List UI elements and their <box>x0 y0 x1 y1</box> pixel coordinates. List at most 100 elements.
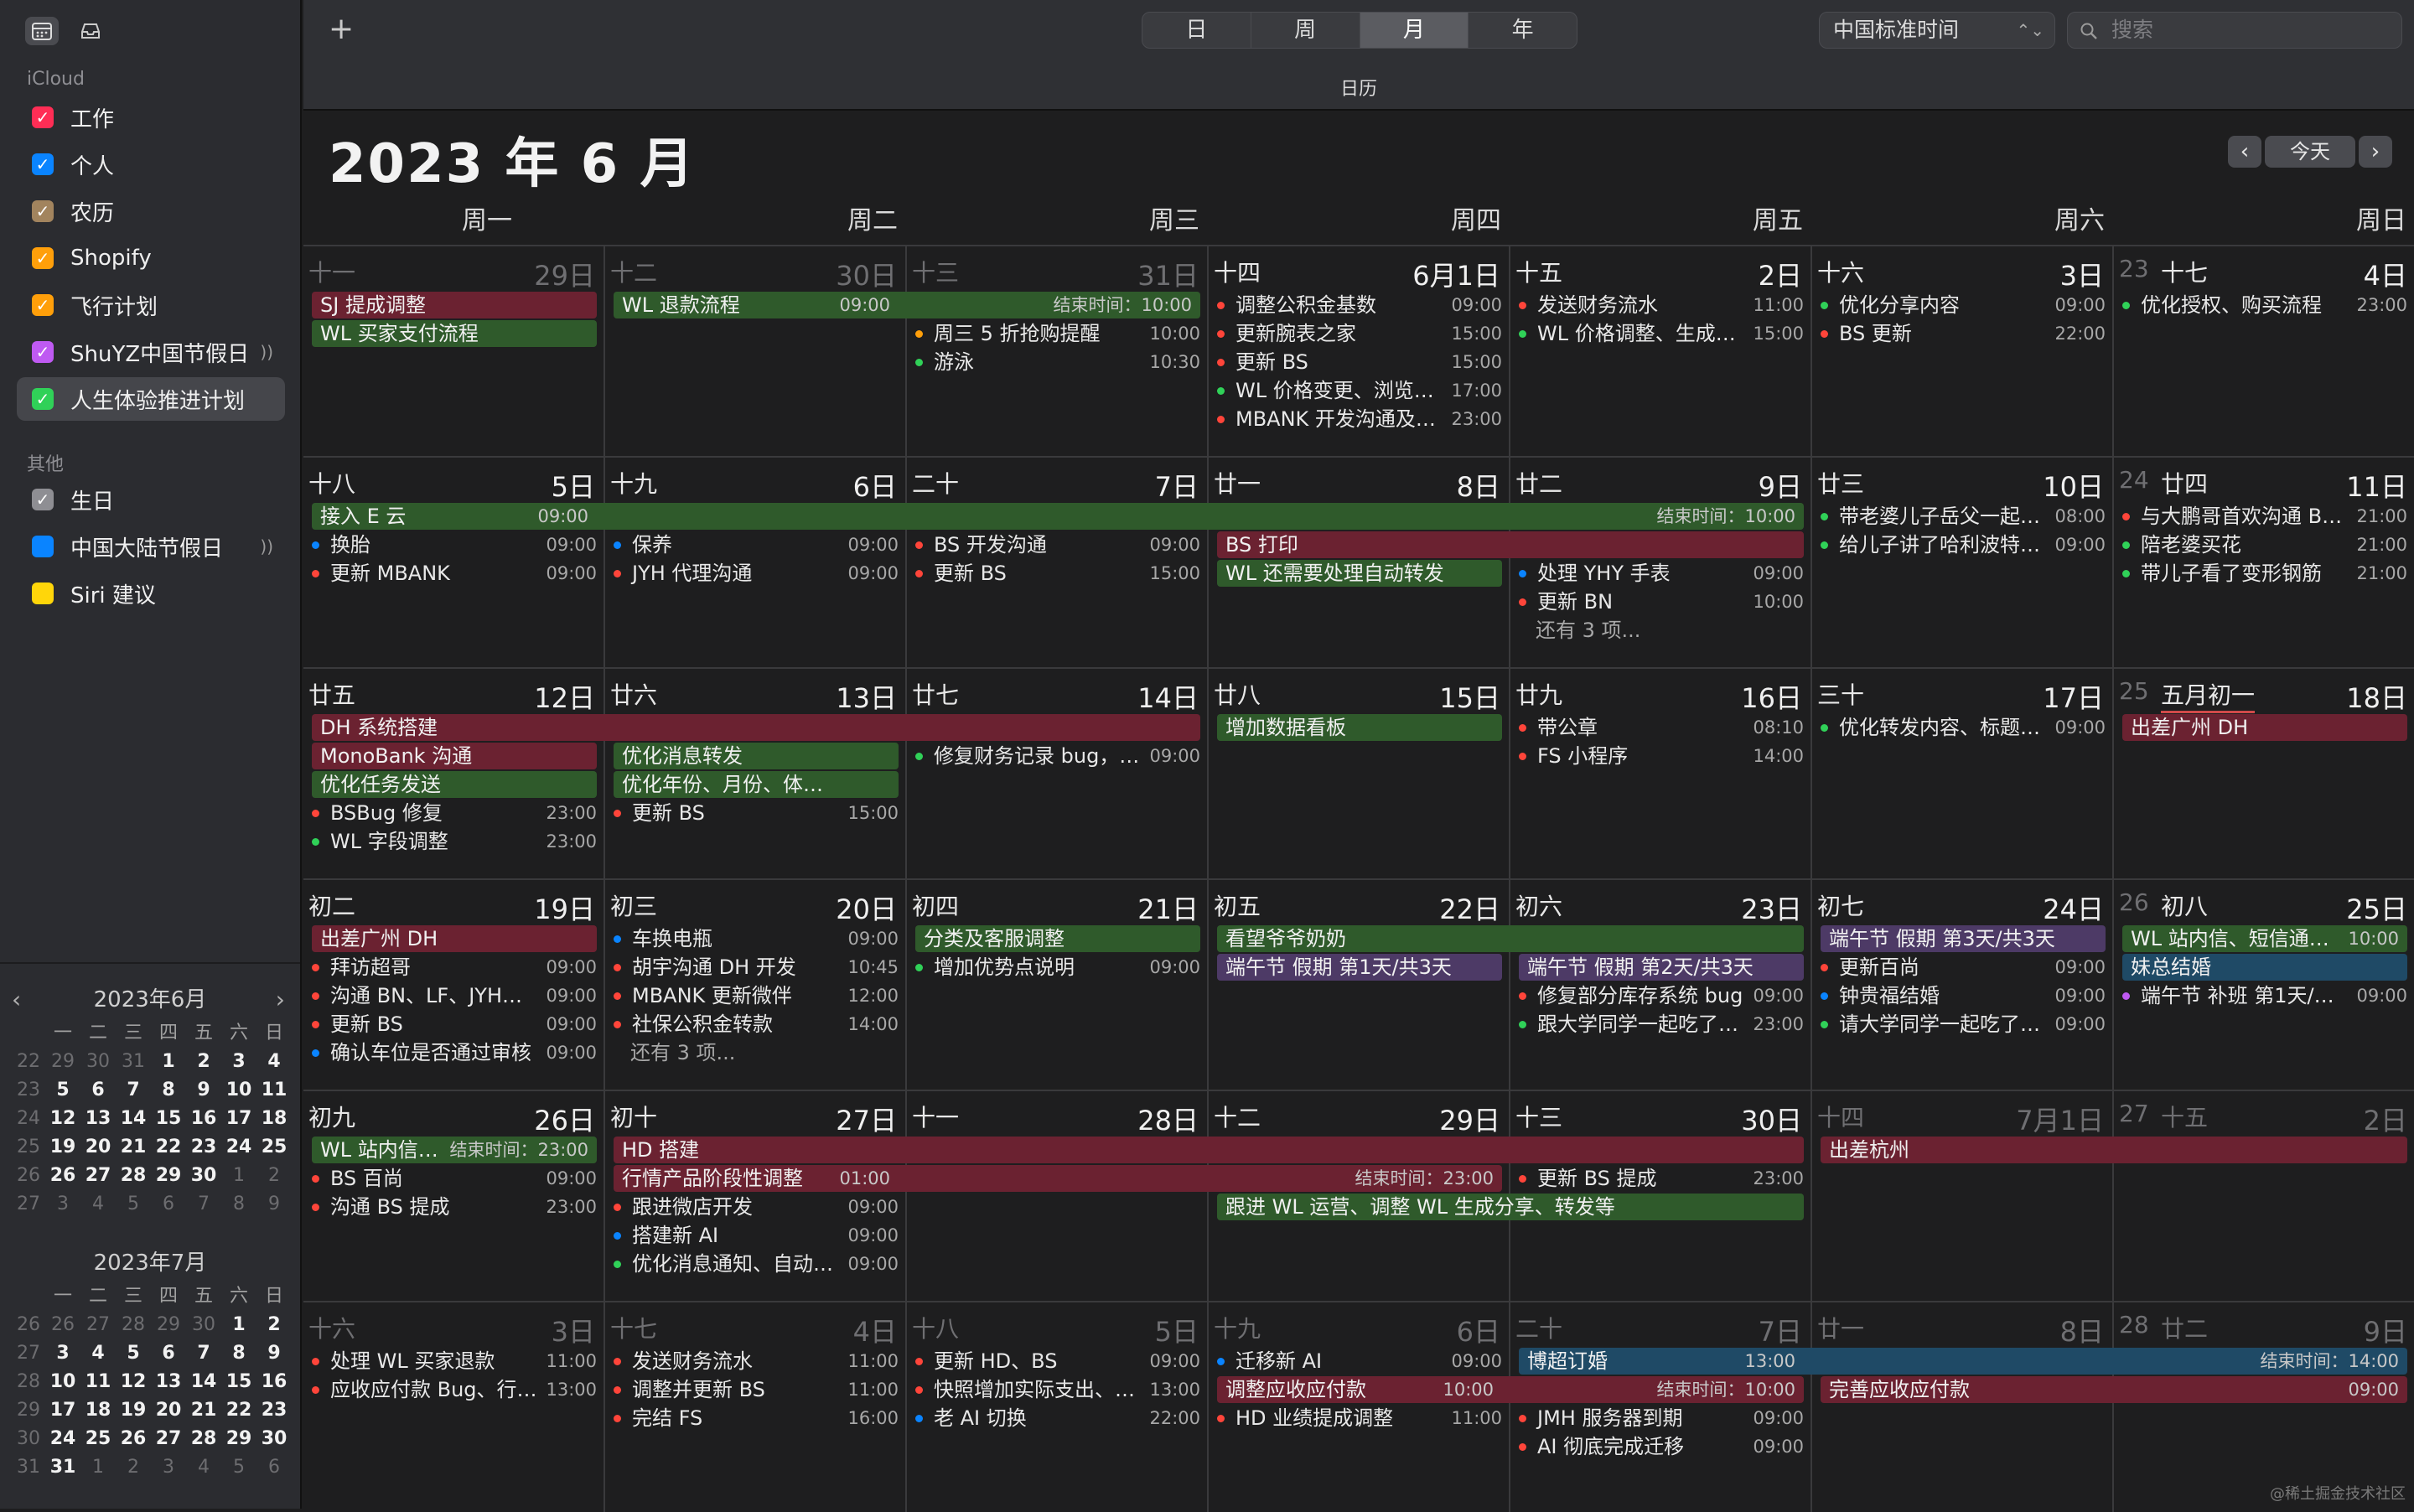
day-cell[interactable]: 初五 22日 <box>1209 878 1510 1090</box>
mini-calendar-day[interactable]: 3 <box>45 1339 80 1368</box>
event-bar[interactable]: 调整应收应付款 10:00 结束时间：10:00 <box>1217 1376 1804 1403</box>
mini-calendar-day[interactable]: 22 <box>151 1133 186 1162</box>
mini-calendar-day[interactable]: 30 <box>256 1425 292 1453</box>
mini-calendar-day[interactable]: 5 <box>45 1076 80 1105</box>
event-item[interactable]: 更新腕表之家 15:00 <box>1209 320 1509 347</box>
mini-calendar-day[interactable]: 18 <box>256 1105 292 1133</box>
event-item[interactable]: JYH 代理沟通 09:00 <box>605 560 905 587</box>
event-item[interactable]: 更新 MBANK 09:00 <box>303 560 604 587</box>
event-bar[interactable]: 跟进 WL 运营、调整 WL 生成分享、转发等 <box>1217 1194 1804 1220</box>
day-cell[interactable]: 廿三 10日 <box>1812 456 2114 667</box>
day-cell[interactable]: 28 廿二 9日 <box>2114 1301 2414 1512</box>
mini-calendar-day[interactable]: 5 <box>116 1339 151 1368</box>
event-item[interactable]: 更新 BS 15:00 <box>1209 349 1509 375</box>
event-item[interactable]: MBANK 开发沟通及… 23:00 <box>1209 406 1509 432</box>
day-cell[interactable]: 十六 3日 <box>1812 245 2114 456</box>
calendar-item[interactable]: ✓ 工作 <box>17 96 285 139</box>
day-cell[interactable]: 廿一 8日 <box>1812 1301 2114 1512</box>
mini-calendar-day[interactable]: 22 <box>221 1396 256 1425</box>
mini-calendar-day[interactable]: 11 <box>80 1368 116 1396</box>
mini-calendar-day[interactable]: 26 <box>116 1425 151 1453</box>
mini-calendar-day[interactable]: 12 <box>45 1105 80 1133</box>
mini-calendar-day[interactable]: 29 <box>221 1425 256 1453</box>
mini-calendar-day[interactable]: 29 <box>151 1311 186 1339</box>
mini-calendar-day[interactable]: 26 <box>45 1311 80 1339</box>
event-item[interactable]: FS 小程序 14:00 <box>1510 743 1810 769</box>
mini-calendar-day[interactable]: 5 <box>116 1190 151 1219</box>
day-cell[interactable]: 初四 21日 <box>907 878 1209 1090</box>
view-tab[interactable]: 日 <box>1142 13 1251 48</box>
mini-calendar-day[interactable]: 12 <box>116 1368 151 1396</box>
mini-calendar-day[interactable]: 28 <box>186 1425 221 1453</box>
event-bar[interactable]: 完善应收应付款 09:00 <box>1821 1376 2407 1403</box>
mini-calendar-day[interactable]: 2 <box>186 1048 221 1076</box>
mini-calendar-day[interactable]: 1 <box>221 1162 256 1190</box>
checkbox-icon[interactable]: ✓ <box>32 247 54 269</box>
mini-calendar-day[interactable]: 3 <box>151 1453 186 1482</box>
checkbox-icon[interactable]: ✓ <box>32 106 54 128</box>
mini-calendar-day[interactable]: 20 <box>151 1396 186 1425</box>
event-item[interactable]: 周三 5 折抢购提醒 10:00 <box>907 320 1207 347</box>
event-item[interactable]: AI 彻底完成迁移 09:00 <box>1510 1433 1810 1460</box>
event-item[interactable]: 沟通 BN、LF、JYH… 09:00 <box>303 982 604 1009</box>
event-item[interactable]: 更新 BS 15:00 <box>605 800 905 826</box>
calendar-item[interactable]: 中国大陆节假日)) <box>17 525 285 568</box>
mini-calendar-day[interactable]: 3 <box>221 1048 256 1076</box>
event-bar[interactable]: DH 系统搭建 <box>312 714 1200 741</box>
day-cell[interactable]: 十六 3日 <box>303 1301 605 1512</box>
checkbox-icon[interactable]: ✓ <box>32 388 54 410</box>
event-item[interactable]: 增加优势点说明 09:00 <box>907 954 1207 981</box>
mini-calendar-day[interactable]: 25 <box>256 1133 292 1162</box>
event-bar[interactable]: 端午节 假期 第3天/共3天 <box>1821 925 2106 952</box>
event-item[interactable]: WL 价格调整、生成… 15:00 <box>1510 320 1810 347</box>
event-item[interactable]: JMH 服务器到期 09:00 <box>1510 1405 1810 1432</box>
event-item[interactable]: 调整并更新 BS 11:00 <box>605 1376 905 1403</box>
event-item[interactable]: 优化授权、购买流程 23:00 <box>2114 292 2414 318</box>
event-item[interactable]: 优化分享内容 09:00 <box>1812 292 2112 318</box>
event-bar[interactable]: 分类及客服调整 <box>915 925 1200 952</box>
mini-calendar-day[interactable]: 15 <box>221 1368 256 1396</box>
checkbox-icon[interactable]: ✓ <box>32 153 54 175</box>
mini-calendar-day[interactable]: 29 <box>151 1162 186 1190</box>
mini-calendar-day[interactable]: 17 <box>221 1105 256 1133</box>
event-item[interactable]: 带老婆儿子岳父一起… 08:00 <box>1812 503 2112 530</box>
event-item[interactable]: 发送财务流水 11:00 <box>605 1348 905 1375</box>
today-button[interactable]: 今天 <box>2265 136 2355 168</box>
event-bar[interactable]: BS 打印 <box>1217 531 1804 558</box>
mini-calendar-day[interactable]: 6 <box>151 1339 186 1368</box>
mini-calendar-day[interactable]: 23 <box>256 1396 292 1425</box>
mini-calendar-day[interactable]: 20 <box>80 1133 116 1162</box>
event-bar[interactable]: SJ 提成调整 <box>312 292 597 318</box>
mini-calendar-day[interactable]: 27 <box>80 1311 116 1339</box>
event-bar[interactable]: 增加数据看板 <box>1217 714 1502 741</box>
mini-calendar-day[interactable]: 25 <box>80 1425 116 1453</box>
mini-calendar-day[interactable]: 31 <box>45 1453 80 1482</box>
event-item[interactable]: 胡宇沟通 DH 开发 10:45 <box>605 954 905 981</box>
day-cell[interactable]: 十五 2日 <box>1510 245 1812 456</box>
event-item[interactable]: 完结 FS 16:00 <box>605 1405 905 1432</box>
event-item[interactable]: 调整公积金基数 09:00 <box>1209 292 1509 318</box>
day-cell[interactable]: 23 十七 4日 <box>2114 245 2414 456</box>
mini-calendar-day[interactable]: 2 <box>116 1453 151 1482</box>
inbox-icon[interactable] <box>74 17 107 45</box>
event-bar[interactable]: HD 搭建 <box>614 1137 1804 1163</box>
day-cell[interactable]: 廿八 15日 <box>1209 667 1510 878</box>
event-item[interactable]: 迁移新 AI 09:00 <box>1209 1348 1509 1375</box>
view-tab[interactable]: 周 <box>1251 13 1360 48</box>
event-item[interactable]: 优化消息通知、自动… 09:00 <box>605 1251 905 1277</box>
event-item[interactable]: BS 百尚 09:00 <box>303 1165 604 1192</box>
mini-calendar-day[interactable]: 7 <box>186 1190 221 1219</box>
mini-calendar-day[interactable]: 8 <box>151 1076 186 1105</box>
mini-calendar-day[interactable]: 8 <box>221 1339 256 1368</box>
mini-calendar-day[interactable]: 7 <box>186 1339 221 1368</box>
event-bar[interactable]: 端午节 假期 第2天/共3天 <box>1519 954 1804 981</box>
event-item[interactable]: 端午节 补班 第1天/… 09:00 <box>2114 982 2414 1009</box>
previous-month-button[interactable]: ‹ <box>2228 136 2261 168</box>
day-cell[interactable]: 十四 7月1日 <box>1812 1090 2114 1301</box>
calendar-item[interactable]: ✓ 生日 <box>17 478 285 521</box>
event-bar[interactable]: 优化任务发送 <box>312 771 597 798</box>
event-item[interactable]: 更新 BN 10:00 <box>1510 588 1810 615</box>
event-item[interactable]: 换胎 09:00 <box>303 531 604 558</box>
day-cell[interactable]: 廿七 14日 <box>907 667 1209 878</box>
mini-calendar-day[interactable]: 9 <box>256 1190 292 1219</box>
